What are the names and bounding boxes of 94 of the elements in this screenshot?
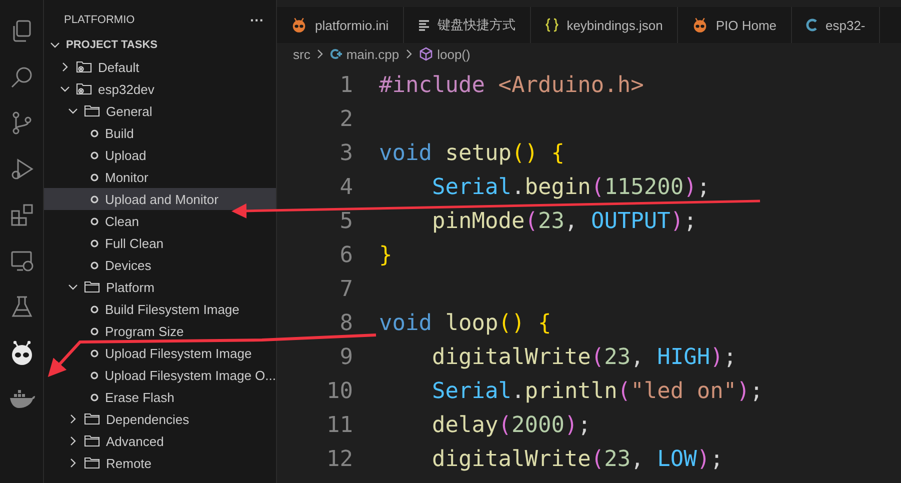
code-line: void loop() { bbox=[379, 310, 552, 336]
chevron-icon bbox=[68, 458, 78, 468]
braces-icon bbox=[544, 18, 559, 32]
folder-icon bbox=[84, 434, 100, 448]
line-number: 11 bbox=[326, 412, 353, 438]
tree-item[interactable]: Program Size bbox=[44, 320, 276, 342]
task-circle-icon bbox=[90, 326, 99, 336]
code-line: #include <Arduino.h> bbox=[379, 72, 644, 98]
line-number: 6 bbox=[338, 242, 353, 268]
task-circle-icon bbox=[90, 370, 99, 380]
task-circle-icon bbox=[90, 392, 99, 402]
breadcrumb-item[interactable]: src bbox=[293, 46, 310, 62]
tree-item[interactable]: Build bbox=[44, 122, 276, 144]
alien-head-icon bbox=[692, 17, 708, 33]
code-line: digitalWrite(23, LOW); bbox=[430, 446, 724, 472]
tree-item[interactable]: Upload bbox=[44, 144, 276, 166]
chevron-icon bbox=[60, 62, 70, 72]
line-number: 8 bbox=[338, 310, 353, 336]
whale-icon[interactable] bbox=[8, 388, 34, 410]
code-line: digitalWrite(23, HIGH); bbox=[430, 344, 737, 370]
line-number: 1 bbox=[338, 72, 353, 98]
chevron-icon bbox=[50, 40, 60, 50]
code-line: Serial.println("led on"); bbox=[430, 378, 764, 404]
tree-item[interactable]: Platform bbox=[44, 276, 276, 298]
line-number: 9 bbox=[338, 344, 353, 370]
env-folder-icon bbox=[76, 60, 92, 74]
code-line: } bbox=[379, 242, 392, 268]
tree-item[interactable]: General bbox=[44, 100, 276, 122]
chevron-icon bbox=[405, 49, 414, 59]
tree-item[interactable]: Erase Flash bbox=[44, 386, 276, 408]
tree-item[interactable]: Upload Filesystem Image bbox=[44, 342, 276, 364]
task-circle-icon bbox=[90, 260, 99, 270]
tree-item[interactable]: Clean bbox=[44, 210, 276, 232]
editor-tab[interactable]: 键盘快捷方式 bbox=[404, 7, 531, 43]
tree-item[interactable]: Dependencies bbox=[44, 408, 276, 430]
line-number: 4 bbox=[338, 174, 353, 200]
tree-item[interactable]: Monitor bbox=[44, 166, 276, 188]
flask-icon[interactable] bbox=[10, 295, 34, 319]
folder-icon bbox=[84, 456, 100, 470]
tree-item[interactable]: Default bbox=[44, 56, 276, 78]
remote-explorer-icon[interactable] bbox=[10, 249, 34, 273]
tree-item[interactable]: Upload Filesystem Image O... bbox=[44, 364, 276, 386]
alien-head-icon bbox=[291, 17, 307, 33]
line-number: 2 bbox=[338, 106, 353, 132]
tree-item[interactable]: esp32dev bbox=[44, 78, 276, 100]
cube-icon bbox=[419, 47, 434, 61]
line-number: 10 bbox=[326, 378, 353, 404]
breadcrumb-item[interactable]: loop() bbox=[419, 46, 470, 62]
section-header[interactable]: PROJECT TASKS bbox=[44, 34, 276, 56]
chevron-icon bbox=[68, 282, 78, 292]
task-circle-icon bbox=[90, 348, 99, 358]
tree-item[interactable]: Build Filesystem Image bbox=[44, 298, 276, 320]
run-debug-icon[interactable] bbox=[10, 157, 34, 181]
c-letter-icon bbox=[806, 18, 818, 32]
env-folder-icon bbox=[76, 82, 92, 96]
tree-item[interactable]: Remote bbox=[44, 452, 276, 474]
tree-item[interactable]: Full Clean bbox=[44, 232, 276, 254]
task-circle-icon bbox=[90, 194, 99, 204]
chevron-icon bbox=[68, 106, 78, 116]
editor-tab[interactable]: keybindings.json bbox=[530, 7, 678, 43]
code-line: void setup() { bbox=[379, 140, 564, 166]
task-circle-icon bbox=[90, 172, 99, 182]
task-circle-icon bbox=[90, 150, 99, 160]
tree-item[interactable]: Advanced bbox=[44, 430, 276, 452]
code-line: pinMode(23, OUTPUT); bbox=[430, 208, 697, 234]
more-actions-button[interactable]: ··· bbox=[246, 12, 268, 28]
code-line: delay(2000); bbox=[430, 412, 591, 438]
folder-icon bbox=[84, 412, 100, 426]
chevron-icon bbox=[68, 414, 78, 424]
folder-icon bbox=[84, 104, 100, 118]
chevron-icon bbox=[60, 84, 70, 94]
line-number: 5 bbox=[338, 208, 353, 234]
lines-icon bbox=[418, 19, 430, 31]
editor-tab[interactable]: platformio.ini bbox=[277, 7, 404, 43]
folder-icon bbox=[84, 280, 100, 294]
line-number: 7 bbox=[338, 276, 353, 302]
tree-item[interactable]: Devices bbox=[44, 254, 276, 276]
task-circle-icon bbox=[90, 304, 99, 314]
line-number: 12 bbox=[326, 446, 353, 472]
code-line: Serial.begin(115200); bbox=[430, 174, 710, 200]
breadcrumb-item[interactable]: main.cpp bbox=[330, 46, 400, 62]
line-number: 3 bbox=[338, 140, 353, 166]
search-icon[interactable] bbox=[10, 65, 34, 89]
task-circle-icon bbox=[90, 238, 99, 248]
sidebar-title: PLATFORMIO bbox=[64, 14, 135, 26]
c-plus-icon bbox=[330, 48, 342, 60]
task-circle-icon bbox=[90, 128, 99, 138]
chevron-icon bbox=[316, 49, 324, 59]
editor-tab[interactable]: PIO Home bbox=[678, 7, 792, 43]
chevron-icon bbox=[68, 436, 78, 446]
task-circle-icon bbox=[90, 216, 99, 226]
tree-item[interactable]: Upload and Monitor bbox=[44, 188, 276, 210]
extensions-icon[interactable] bbox=[10, 203, 34, 227]
editor-tab[interactable]: esp32- bbox=[792, 7, 880, 43]
